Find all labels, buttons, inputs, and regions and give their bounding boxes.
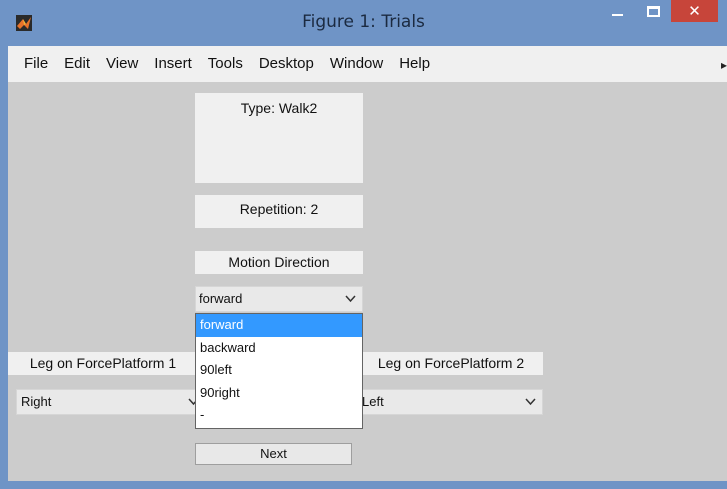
option-forward[interactable]: forward (196, 314, 362, 337)
option-none[interactable]: - (196, 404, 362, 427)
close-button[interactable]: ✕ (671, 0, 718, 22)
option-90left[interactable]: 90left (196, 359, 362, 382)
window-bottom-border (0, 481, 727, 489)
menu-overflow-icon[interactable]: ▸ (721, 58, 727, 72)
motion-direction-select[interactable]: forward (195, 286, 363, 312)
option-90right[interactable]: 90right (196, 382, 362, 405)
motion-direction-dropdown: forward backward 90left 90right - (195, 313, 363, 429)
force-platform-1-label: Leg on ForcePlatform 1 (8, 352, 198, 375)
figure-canvas (8, 82, 727, 481)
title-bar[interactable]: Figure 1: Trials ✕ (0, 0, 727, 46)
menu-edit[interactable]: Edit (56, 46, 98, 82)
minimize-button[interactable] (604, 0, 630, 22)
close-icon: ✕ (688, 2, 701, 20)
next-button[interactable]: Next (195, 443, 352, 465)
maximize-button[interactable] (640, 0, 666, 22)
force-platform-1-value: Right (21, 394, 52, 409)
menu-file[interactable]: File (8, 46, 56, 82)
menu-view[interactable]: View (98, 46, 146, 82)
chevron-down-icon[interactable] (525, 390, 536, 422)
minimize-icon (611, 14, 623, 16)
menu-bar: File Edit View Insert Tools Desktop Wind… (8, 46, 727, 82)
maximize-icon (646, 5, 660, 17)
menu-tools[interactable]: Tools (200, 46, 251, 82)
menu-desktop[interactable]: Desktop (251, 46, 322, 82)
force-platform-2-label: Leg on ForcePlatform 2 (359, 352, 543, 375)
repetition-text: Repetition: 2 (195, 195, 363, 228)
menu-window[interactable]: Window (322, 46, 391, 82)
menu-insert[interactable]: Insert (146, 46, 200, 82)
force-platform-1-select[interactable]: Right (16, 389, 206, 415)
trial-type-text: Type: Walk2 (195, 93, 363, 183)
force-platform-2-select[interactable]: Left (355, 389, 543, 415)
motion-direction-value: forward (199, 291, 243, 306)
menu-help[interactable]: Help (391, 46, 438, 82)
option-backward[interactable]: backward (196, 337, 362, 360)
motion-direction-label: Motion Direction (195, 251, 363, 274)
force-platform-2-value: Left (362, 394, 384, 409)
figure-window: Figure 1: Trials ✕ File Edit View Insert… (0, 0, 727, 489)
